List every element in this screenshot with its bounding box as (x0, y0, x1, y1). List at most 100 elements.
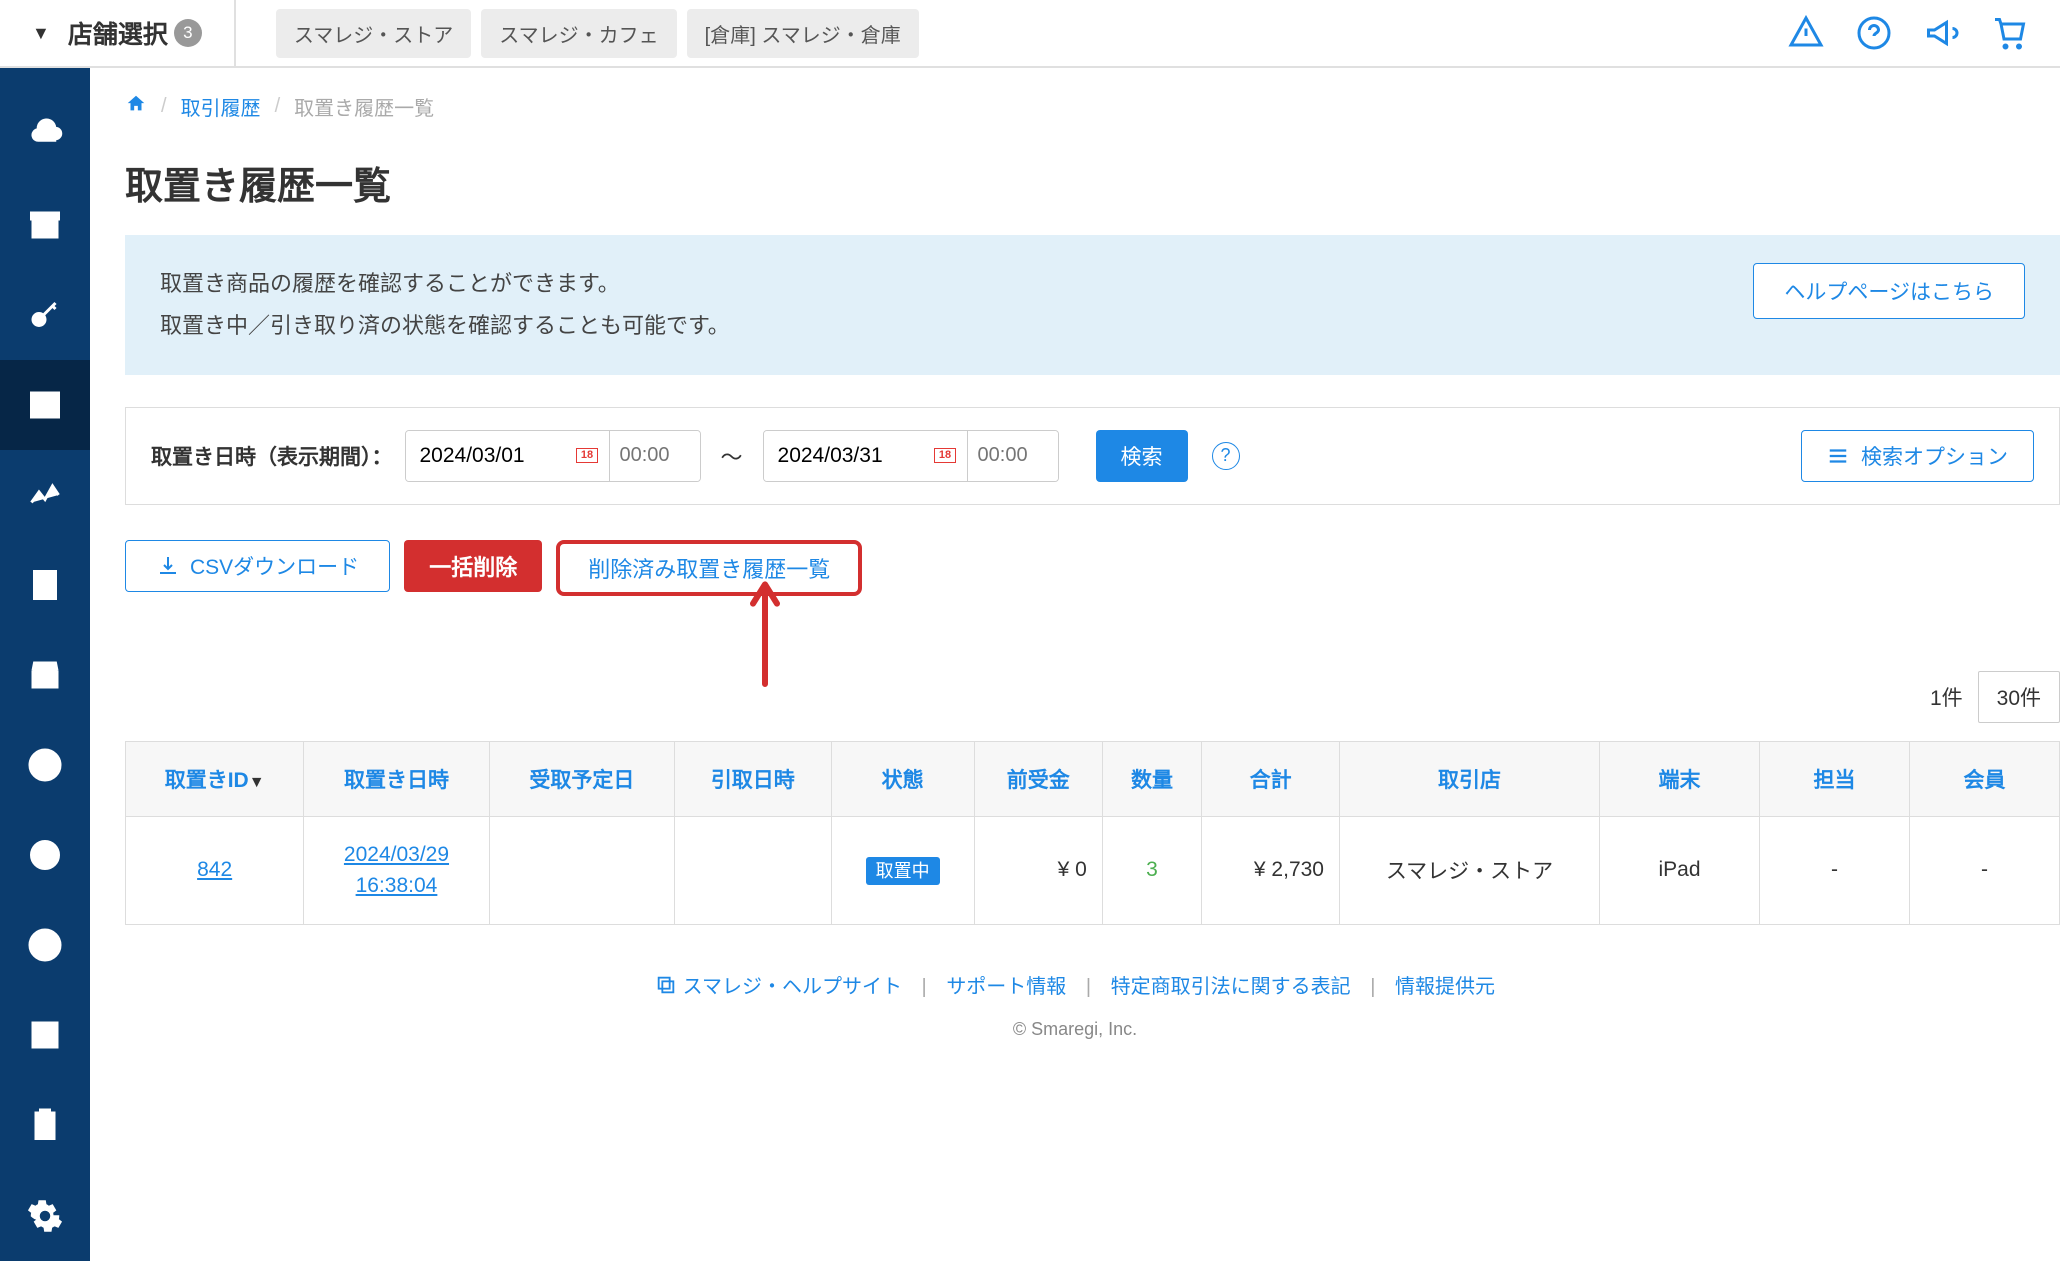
main-content: / 取引履歴 / 取置き履歴一覧 取置き履歴一覧 取置き商品の履歴を確認すること… (90, 68, 2060, 1261)
sidebar-grid-icon[interactable] (0, 990, 90, 1080)
sidebar-cloud-icon[interactable] (0, 90, 90, 180)
filter-bar: 取置き日時（表示期間）： 18 〜 18 検索 ? 検索オプション (125, 407, 2060, 505)
sidebar-analytics-icon[interactable] (0, 450, 90, 540)
csv-label: CSVダウンロード (190, 551, 359, 581)
date-to-group: 18 (763, 430, 1059, 482)
csv-download-button[interactable]: CSVダウンロード (125, 540, 390, 592)
th-store[interactable]: 取引店 (1340, 741, 1600, 816)
store-selector[interactable]: ▼ 店舗選択 3 (0, 0, 236, 66)
copyright: © Smaregi, Inc. (90, 1019, 2060, 1070)
cell-total: ¥ 2,730 (1202, 816, 1340, 924)
cell-store: スマレジ・ストア (1340, 816, 1600, 924)
cell-pickup-time (674, 816, 831, 924)
th-terminal[interactable]: 端末 (1600, 741, 1760, 816)
th-staff[interactable]: 担当 (1760, 741, 1910, 816)
cell-deposit: ¥ 0 (974, 816, 1102, 924)
external-link-icon (655, 974, 677, 996)
top-icons (1786, 13, 2040, 53)
th-total[interactable]: 合計 (1202, 741, 1340, 816)
store-tab[interactable]: スマレジ・ストア (276, 9, 471, 58)
sidebar-profile-icon[interactable] (0, 900, 90, 990)
th-id[interactable]: 取置きID▼ (126, 741, 304, 816)
help-icon[interactable] (1854, 13, 1894, 53)
th-qty[interactable]: 数量 (1102, 741, 1201, 816)
page-title: 取置き履歴一覧 (90, 143, 2060, 235)
cart-icon[interactable] (1990, 13, 2030, 53)
footer-source-link[interactable]: 情報提供元 (1395, 976, 1495, 998)
date-to-input[interactable] (764, 431, 924, 481)
cell-status: 取置中 (831, 816, 974, 924)
id-link[interactable]: 842 (197, 858, 232, 881)
layout: / 取引履歴 / 取置き履歴一覧 取置き履歴一覧 取置き商品の履歴を確認すること… (0, 68, 2060, 1261)
page-size-select[interactable]: 30件 (1978, 671, 2060, 723)
search-opt-label: 検索オプション (1861, 441, 2008, 471)
sidebar-settings-icon[interactable] (0, 1171, 90, 1261)
bulk-delete-button[interactable]: 一括削除 (404, 540, 542, 592)
action-bar: CSVダウンロード 一括削除 削除済み取置き履歴一覧 (90, 505, 2060, 596)
store-select-label: 店舗選択 (68, 15, 168, 51)
search-options-button[interactable]: 検索オプション (1801, 430, 2034, 482)
store-tabs: スマレジ・ストア スマレジ・カフェ [倉庫] スマレジ・倉庫 (236, 9, 919, 58)
info-text: 取置き商品の履歴を確認することができます。 取置き中／引き取り済の状態を確認する… (160, 263, 730, 347)
footer-support-link[interactable]: サポート情報 (946, 976, 1066, 998)
footer-help-link[interactable]: スマレジ・ヘルプサイト (683, 976, 902, 998)
sidebar-user-icon[interactable] (0, 720, 90, 810)
table-header-row: 取置きID▼ 取置き日時 受取予定日 引取日時 状態 前受金 数量 合計 取引店… (126, 741, 2060, 816)
calendar-icon[interactable]: 18 (566, 431, 610, 481)
datetime-link[interactable]: 2024/03/29 16:38:04 (344, 843, 449, 898)
info-line1: 取置き商品の履歴を確認することができます。 (160, 263, 730, 305)
th-pickup-date[interactable]: 受取予定日 (489, 741, 674, 816)
info-line2: 取置き中／引き取り済の状態を確認することも可能です。 (160, 305, 730, 347)
dropdown-caret-icon: ▼ (32, 23, 50, 44)
th-pickup-time[interactable]: 引取日時 (674, 741, 831, 816)
announcement-icon[interactable] (1922, 13, 1962, 53)
cell-qty: 3 (1102, 816, 1201, 924)
breadcrumb-link[interactable]: 取引履歴 (181, 92, 261, 121)
calendar-icon[interactable]: 18 (924, 431, 968, 481)
cell-id: 842 (126, 816, 304, 924)
th-deposit[interactable]: 前受金 (974, 741, 1102, 816)
cell-member: - (1910, 816, 2060, 924)
sidebar-store-icon[interactable] (0, 630, 90, 720)
footer: スマレジ・ヘルプサイト | サポート情報 | 特定商取引法に関する表記 | 情報… (90, 925, 2060, 1019)
top-bar-left: ▼ 店舗選択 3 スマレジ・ストア スマレジ・カフェ [倉庫] スマレジ・倉庫 (0, 0, 919, 66)
breadcrumb: / 取引履歴 / 取置き履歴一覧 (90, 68, 2060, 143)
search-button[interactable]: 検索 (1096, 430, 1188, 482)
home-icon[interactable] (125, 93, 147, 121)
search-help-icon[interactable]: ? (1212, 442, 1240, 470)
range-separator: 〜 (713, 440, 751, 472)
store-tab[interactable]: スマレジ・カフェ (481, 9, 676, 58)
table-row: 842 2024/03/29 16:38:04 取置中 ¥ 0 3 ¥ 2,73… (126, 816, 2060, 924)
date-from-input[interactable] (406, 431, 566, 481)
alert-icon[interactable] (1786, 13, 1826, 53)
sidebar-book-icon[interactable] (0, 360, 90, 450)
annotation-arrow-icon (740, 570, 790, 696)
sidebar-target-icon[interactable] (0, 810, 90, 900)
store-count-badge: 3 (174, 19, 202, 47)
result-count: 1件 (1930, 682, 1963, 712)
sidebar-key-icon[interactable] (0, 270, 90, 360)
help-page-button[interactable]: ヘルプページはこちら (1753, 263, 2025, 319)
deleted-history-button[interactable]: 削除済み取置き履歴一覧 (556, 540, 862, 596)
store-tab[interactable]: [倉庫] スマレジ・倉庫 (687, 9, 919, 58)
footer-legal-link[interactable]: 特定商取引法に関する表記 (1111, 976, 1351, 998)
status-badge: 取置中 (866, 857, 940, 885)
time-to-input[interactable] (968, 431, 1058, 481)
sidebar-archive-icon[interactable] (0, 180, 90, 270)
breadcrumb-sep: / (275, 95, 281, 118)
cell-terminal: iPad (1600, 816, 1760, 924)
top-bar: ▼ 店舗選択 3 スマレジ・ストア スマレジ・カフェ [倉庫] スマレジ・倉庫 (0, 0, 2060, 68)
download-icon (156, 554, 180, 578)
info-box: 取置き商品の履歴を確認することができます。 取置き中／引き取り済の状態を確認する… (125, 235, 2060, 375)
cell-pickup-date (489, 816, 674, 924)
cell-datetime: 2024/03/29 16:38:04 (304, 816, 489, 924)
time-from-input[interactable] (610, 431, 700, 481)
sidebar-calculator-icon[interactable] (0, 540, 90, 630)
menu-icon (1827, 445, 1849, 467)
cell-staff: - (1760, 816, 1910, 924)
th-status[interactable]: 状態 (831, 741, 974, 816)
th-member[interactable]: 会員 (1910, 741, 2060, 816)
th-datetime[interactable]: 取置き日時 (304, 741, 489, 816)
results-table: 取置きID▼ 取置き日時 受取予定日 引取日時 状態 前受金 数量 合計 取引店… (125, 741, 2060, 925)
sidebar-clipboard-icon[interactable] (0, 1080, 90, 1170)
